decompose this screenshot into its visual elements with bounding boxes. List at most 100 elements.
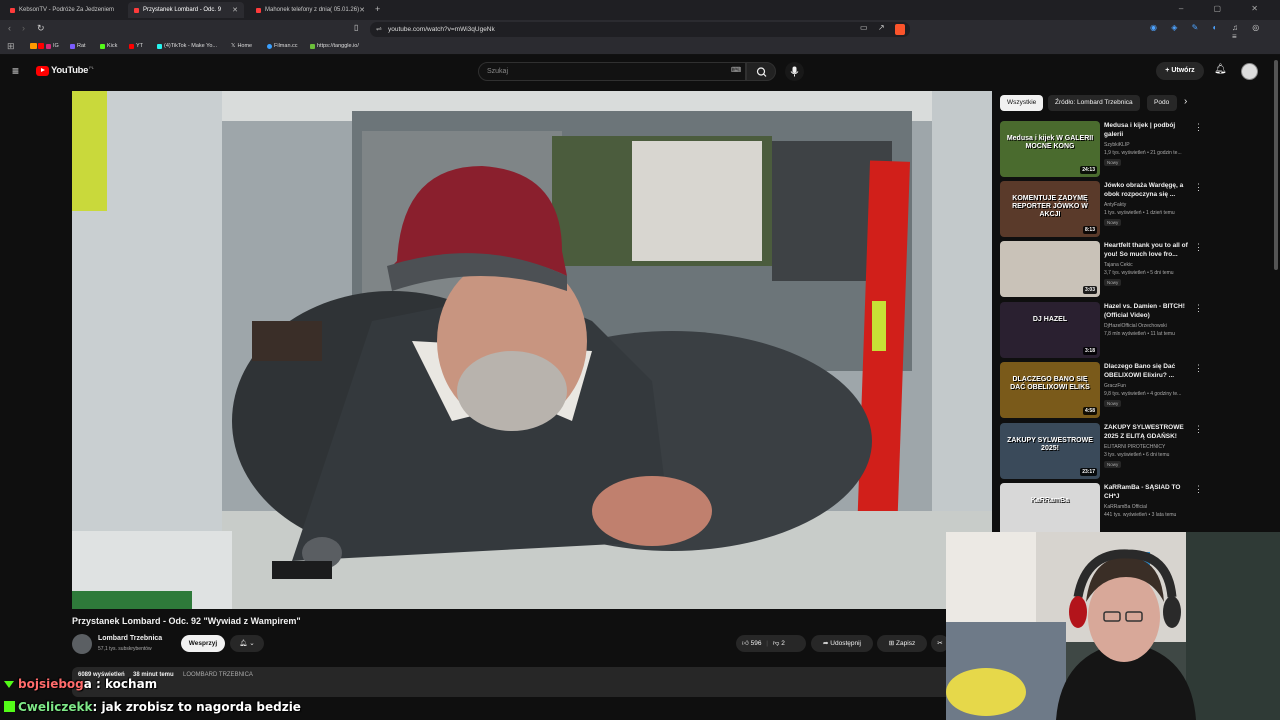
- recommendation-item[interactable]: ZAKUPY SYLWESTROWE 2025! 23:17 ZAKUPY SYLW…: [1000, 423, 1270, 479]
- youtube-icon: [129, 43, 134, 49]
- recommendation-channel[interactable]: SzybkiKLIP: [1104, 142, 1130, 148]
- video-thumbnail[interactable]: KaRRamBa: [1000, 483, 1100, 539]
- recommendation-item[interactable]: DLACZEGO BANO SIĘ DAĆ OBELIXOWI ELIKS 4:5…: [1000, 362, 1270, 418]
- recommendation-item[interactable]: KaRRamBa KaRRamBa - SĄSIAD TO CH*J KaRRamB…: [1000, 483, 1270, 539]
- hashtag[interactable]: LOOMBARD TRZEBNICA: [183, 672, 253, 678]
- more-options-icon[interactable]: ⋮: [1194, 484, 1203, 495]
- bookmark-home[interactable]: 𝕏 Home: [231, 43, 252, 49]
- youtube-logo[interactable]: YouTube PL: [36, 65, 94, 76]
- notifications-bell-icon[interactable]: 🔔︎: [1214, 64, 1227, 75]
- video-duration: 24:13: [1080, 166, 1097, 174]
- recommendation-stats: 441 tys. wyświetleń • 3 lata temu: [1104, 512, 1177, 518]
- search-input[interactable]: Szukaj: [478, 62, 746, 81]
- recommendation-title[interactable]: Medusa i kijek | podbój galerii: [1104, 121, 1192, 139]
- bookmark-ig[interactable]: IG: [46, 43, 59, 49]
- recommendation-item[interactable]: KOMENTUJE ZADYMĘ REPORTER JÓWKO W AKCJI 8…: [1000, 181, 1270, 237]
- channel-name[interactable]: Lombard Trzebnica: [98, 635, 162, 642]
- back-icon[interactable]: ‹: [8, 23, 11, 33]
- recommendation-item[interactable]: 3:03 Heartfelt thank you to all of you! S…: [1000, 241, 1270, 297]
- chip-all[interactable]: Wszystkie: [1000, 95, 1044, 111]
- more-options-icon[interactable]: ⋮: [1194, 363, 1203, 374]
- bookmark-kick[interactable]: Kick: [100, 43, 117, 49]
- recommendation-channel[interactable]: Tajana Cekic: [1104, 262, 1133, 268]
- recommendation-title[interactable]: Jówko obraża Wardęgę, a obok rozpoczyna …: [1104, 181, 1192, 199]
- keyboard-icon[interactable]: ⌨: [731, 66, 741, 74]
- video-thumbnail[interactable]: 3:03: [1000, 241, 1100, 297]
- browser-tab[interactable]: KebsonTV - Podróże Za Jedzeniem: [4, 2, 124, 18]
- forward-icon[interactable]: ›: [22, 23, 25, 33]
- create-button[interactable]: + Utwórz: [1156, 62, 1204, 80]
- bookmark-icon[interactable]: ▯: [354, 23, 358, 32]
- chip-more[interactable]: Podo: [1147, 95, 1177, 111]
- video-thumbnail[interactable]: ZAKUPY SYLWESTROWE 2025! 23:17: [1000, 423, 1100, 479]
- support-button[interactable]: Wesprzyj: [181, 635, 225, 652]
- chevron-right-icon[interactable]: ›: [1184, 96, 1187, 107]
- share-icon[interactable]: ↗: [878, 23, 885, 32]
- recommendation-title[interactable]: Dlaczego Bano się Dać OBELIXOWI Elixiru?…: [1104, 362, 1192, 380]
- more-options-icon[interactable]: ⋮: [1194, 242, 1203, 253]
- video-thumbnail[interactable]: Medusa i kijek W GALERII MOCNE KONG 24:13: [1000, 121, 1100, 177]
- page-scrollbar[interactable]: [1274, 60, 1278, 270]
- more-options-icon[interactable]: ⋮: [1194, 424, 1203, 435]
- youtube-bookmark-icon[interactable]: [38, 43, 44, 49]
- save-button[interactable]: ⊞ Zapisz: [877, 635, 927, 652]
- bookmark-filman[interactable]: Filman.cc: [267, 43, 298, 49]
- bookmark-rat[interactable]: Rat: [70, 43, 86, 49]
- window-controls[interactable]: – ▢ ✕: [1179, 4, 1272, 13]
- like-dislike-group: 👍︎ 596 | 👎︎ 2: [736, 635, 806, 652]
- more-options-icon[interactable]: ⋮: [1194, 122, 1203, 133]
- thumbs-up-icon: 👍︎: [742, 640, 751, 647]
- more-options-icon[interactable]: ⋮: [1194, 303, 1203, 314]
- chevron-down-icon: ⌄: [247, 640, 255, 647]
- notifications-toggle[interactable]: 🔔︎ ⌄: [230, 635, 264, 652]
- youtube-favicon-icon: [10, 7, 15, 13]
- recommendation-channel[interactable]: GraczFun: [1104, 383, 1126, 389]
- bookmark-tanggle[interactable]: https://tanggle.io/: [310, 43, 359, 49]
- bookmark-yt[interactable]: YT: [129, 43, 143, 49]
- browser-tab[interactable]: Mahonek telefony z dnia( 05.01.26) ✕: [250, 2, 370, 18]
- bookmark-folder-icon[interactable]: [30, 43, 37, 49]
- apps-grid-icon[interactable]: ⊞: [7, 41, 15, 52]
- recommendation-channel[interactable]: KaRRamBa Official: [1104, 504, 1147, 510]
- video-thumbnail[interactable]: DLACZEGO BANO SIĘ DAĆ OBELIXOWI ELIKS 4:5…: [1000, 362, 1100, 418]
- address-bar[interactable]: ⇌ youtube.com/watch?v=mWi3qUgeNk: [370, 22, 910, 37]
- avatar[interactable]: [1241, 63, 1258, 80]
- recommendation-channel[interactable]: ELITARNI PIROTECHNICY: [1104, 444, 1165, 450]
- close-tab-icon[interactable]: ✕: [359, 6, 365, 14]
- new-tab-button[interactable]: +: [375, 4, 380, 14]
- cast-icon[interactable]: ▭: [860, 23, 868, 32]
- recommendation-item[interactable]: Medusa i kijek W GALERII MOCNE KONG 24:13…: [1000, 121, 1270, 177]
- description-box[interactable]: 6089 wyświetleń 38 minut temu LOOMBARD T…: [72, 667, 952, 697]
- extension-icons[interactable]: ◉ ◈ ✎ ◐: [1150, 23, 1223, 32]
- video-player[interactable]: [72, 91, 992, 609]
- recommendation-stats: 9,8 tys. wyświetleń • 4 godziny te...: [1104, 391, 1182, 397]
- browser-tab-active[interactable]: Przystanek Lombard - Odc. 9 ✕: [128, 2, 244, 18]
- share-button[interactable]: ➦ Udostępnij: [811, 635, 873, 652]
- recommendation-item[interactable]: DJ HAZEL 3:18 Hazel vs. Damien - BITCH! (O…: [1000, 302, 1270, 358]
- bookmark-tiktok[interactable]: (4)TikTok - Make Yo...: [157, 43, 217, 49]
- site-settings-icon[interactable]: ⇌: [376, 22, 382, 37]
- close-tab-icon[interactable]: ✕: [232, 6, 238, 14]
- search-button[interactable]: [746, 62, 776, 81]
- chip-source[interactable]: Źródło: Lombard Trzebnica: [1048, 95, 1140, 111]
- recommendation-title[interactable]: Heartfelt thank you to all of you! So mu…: [1104, 241, 1192, 259]
- channel-avatar[interactable]: [72, 634, 92, 654]
- video-thumbnail[interactable]: KOMENTUJE ZADYMĘ REPORTER JÓWKO W AKCJI 8…: [1000, 181, 1100, 237]
- recommendation-channel[interactable]: DjHazelOfficial Orzechowski: [1104, 323, 1167, 329]
- video-thumbnail[interactable]: DJ HAZEL 3:18: [1000, 302, 1100, 358]
- reload-icon[interactable]: ↻: [37, 23, 45, 34]
- hamburger-menu-icon[interactable]: ≡: [12, 64, 19, 78]
- recommendation-title[interactable]: Hazel vs. Damien - BITCH! (Official Vide…: [1104, 302, 1192, 320]
- like-button[interactable]: 👍︎ 596: [742, 640, 761, 647]
- dislike-button[interactable]: 👎︎ 2: [773, 640, 785, 647]
- recommendation-channel[interactable]: AntyFakty: [1104, 202, 1126, 208]
- voice-search-button[interactable]: [785, 62, 804, 81]
- recommendation-title[interactable]: KaRRamBa - SĄSIAD TO CH*J: [1104, 483, 1192, 501]
- recommendation-stats: 7,8 mln wyświetleń • 11 lat temu: [1104, 331, 1175, 337]
- more-options-icon[interactable]: ⋮: [1194, 182, 1203, 193]
- video-duration: 4:58: [1082, 407, 1097, 415]
- subscriber-count: 57,1 tys. subskrybentów: [98, 646, 152, 652]
- recommendation-title[interactable]: ZAKUPY SYLWESTROWE 2025 Z ELITĄ GDAŃSK!: [1104, 423, 1192, 441]
- thumbnail-caption: KOMENTUJE ZADYMĘ REPORTER JÓWKO W AKCJI: [1012, 195, 1088, 218]
- brave-shield-icon[interactable]: [895, 24, 905, 35]
